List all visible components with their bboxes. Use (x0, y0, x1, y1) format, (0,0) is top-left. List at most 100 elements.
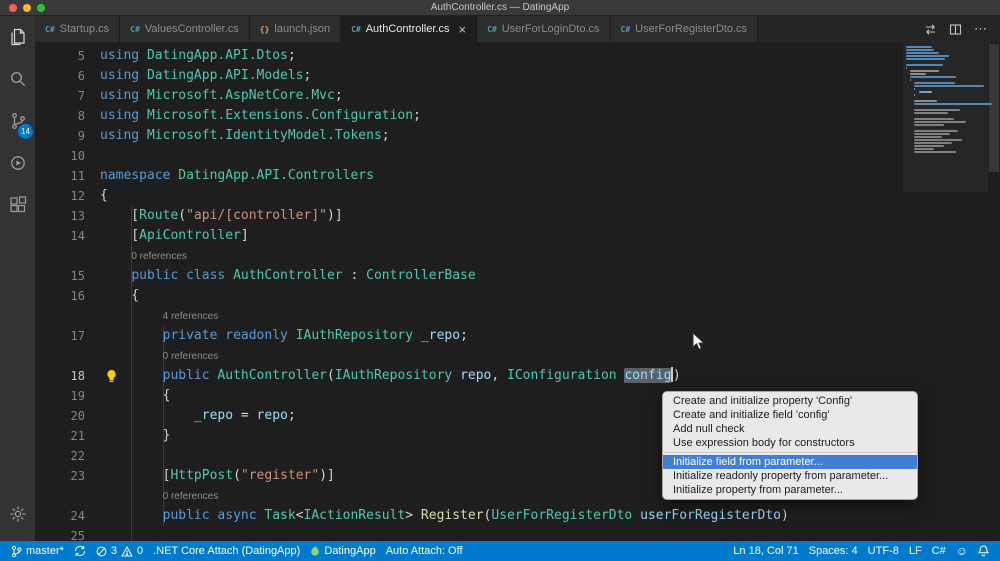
line-number[interactable]: 22 (35, 446, 85, 466)
line-number[interactable]: 24 (35, 506, 85, 526)
codelens-references[interactable]: 0 references (131, 251, 187, 262)
tab-valuescontroller[interactable]: C# ValuesController.cs (120, 16, 250, 42)
notifications-bell-icon[interactable] (973, 541, 994, 561)
line-number[interactable]: 14 (35, 226, 85, 246)
line-number[interactable]: 5 (35, 46, 85, 66)
tab-label: launch.json (274, 23, 331, 35)
line-content[interactable]: private readonly IAuthRepository _repo; (85, 326, 903, 346)
line-number[interactable]: 15 (35, 266, 85, 286)
line-content[interactable]: 0 references (85, 246, 903, 266)
line-content[interactable]: 0 references (85, 346, 903, 366)
line-number[interactable]: 7 (35, 86, 85, 106)
problems-item[interactable]: 3 0 (91, 541, 148, 561)
line-number[interactable]: 8 (35, 106, 85, 126)
line-content[interactable]: using Microsoft.IdentityModel.Tokens; (85, 126, 903, 146)
minimize-window-icon[interactable] (23, 3, 31, 12)
encoding-item[interactable]: UTF-8 (863, 541, 904, 561)
git-branch-item[interactable]: master* (6, 541, 69, 561)
language-mode-item[interactable]: C# (927, 541, 951, 561)
line-number[interactable]: 10 (35, 146, 85, 166)
tab-startup[interactable]: C# Startup.cs (35, 16, 121, 42)
menu-item-initialize-field[interactable]: Initialize field from parameter... (663, 455, 917, 469)
tab-label: UserForRegisterDto.cs (635, 23, 748, 35)
minimap-line (914, 130, 958, 132)
source-control-icon[interactable]: 14 (0, 100, 35, 142)
line-number[interactable]: 17 (35, 326, 85, 346)
settings-gear-icon[interactable] (0, 493, 35, 535)
tab-authcontroller[interactable]: C# AuthController.cs × (341, 16, 478, 42)
line-content[interactable]: 4 references (85, 306, 903, 326)
line-number[interactable] (35, 306, 85, 326)
line-content[interactable]: using DatingApp.API.Models; (85, 66, 903, 86)
line-number[interactable]: 9 (35, 126, 85, 146)
menu-item-add-null-check[interactable]: Add null check (663, 422, 917, 436)
warnings-icon (121, 545, 133, 557)
line-content[interactable]: namespace DatingApp.API.Controllers (85, 166, 903, 186)
line-content[interactable]: [ApiController] (85, 226, 903, 246)
line-number[interactable]: 20 (35, 406, 85, 426)
debug-config-item[interactable]: .NET Core Attach (DatingApp) (148, 541, 305, 561)
code-row: 25 (35, 526, 903, 541)
line-number[interactable]: 16 (35, 286, 85, 306)
line-number[interactable]: 18 (35, 366, 85, 386)
close-icon[interactable]: × (458, 23, 466, 36)
menu-item-initialize-property[interactable]: Initialize property from parameter... (663, 483, 917, 497)
auto-attach-item[interactable]: Auto Attach: Off (381, 541, 468, 561)
line-content[interactable]: [Route("api/[controller]")] (85, 206, 903, 226)
menu-item-expression-body[interactable]: Use expression body for constructors (663, 436, 917, 450)
cursor-position-item[interactable]: Ln 18, Col 71 (728, 541, 803, 561)
menu-item-initialize-readonly-property[interactable]: Initialize readonly property from parame… (663, 469, 917, 483)
code-token: using (100, 108, 147, 123)
line-content[interactable] (85, 526, 903, 541)
line-number[interactable]: 21 (35, 426, 85, 446)
split-editor-icon[interactable] (949, 23, 962, 36)
line-content[interactable]: public AuthController(IAuthRepository re… (85, 366, 903, 386)
line-number[interactable]: 23 (35, 466, 85, 486)
close-window-icon[interactable] (9, 3, 17, 12)
vertical-scrollbar[interactable] (988, 42, 1000, 541)
line-content[interactable]: using Microsoft.AspNetCore.Mvc; (85, 86, 903, 106)
vscode-window: AuthController.cs — DatingApp 14 C# Star… (0, 0, 1000, 561)
maximize-window-icon[interactable] (37, 3, 45, 12)
activity-bar: 14 (0, 16, 35, 541)
line-number[interactable]: 13 (35, 206, 85, 226)
line-content[interactable]: public class AuthController : Controller… (85, 266, 903, 286)
extensions-icon[interactable] (0, 184, 35, 226)
debug-icon[interactable] (0, 142, 35, 184)
menu-item-create-property[interactable]: Create and initialize property 'Config' (663, 394, 917, 408)
line-content[interactable] (85, 146, 903, 166)
omnisharp-project-item[interactable]: DatingApp (305, 541, 380, 561)
explorer-icon[interactable] (0, 16, 35, 58)
sync-item[interactable] (69, 541, 91, 561)
indentation-item[interactable]: Spaces: 4 (804, 541, 863, 561)
codelens-references[interactable]: 0 references (163, 491, 219, 502)
line-number[interactable]: 11 (35, 166, 85, 186)
line-number[interactable]: 12 (35, 186, 85, 206)
scrollbar-thumb[interactable] (989, 44, 999, 172)
codelens-references[interactable]: 0 references (163, 351, 219, 362)
tab-launch-json[interactable]: {} launch.json (249, 16, 342, 42)
code-token: { (100, 188, 108, 203)
line-content[interactable]: { (85, 286, 903, 306)
line-content[interactable]: using DatingApp.API.Dtos; (85, 46, 903, 66)
line-number[interactable] (35, 346, 85, 366)
tab-userforlogindto[interactable]: C# UserForLoginDto.cs (477, 16, 611, 42)
line-content[interactable]: { (85, 186, 903, 206)
line-content[interactable]: public async Task<IActionResult> Registe… (85, 506, 903, 526)
line-number[interactable]: 19 (35, 386, 85, 406)
line-content[interactable]: using Microsoft.Extensions.Configuration… (85, 106, 903, 126)
line-number[interactable] (35, 486, 85, 506)
feedback-smiley-icon[interactable]: ☺ (951, 541, 973, 561)
search-icon[interactable] (0, 58, 35, 100)
codelens-references[interactable]: 4 references (163, 311, 219, 322)
line-number[interactable]: 6 (35, 66, 85, 86)
line-number[interactable]: 25 (35, 526, 85, 541)
line-number[interactable] (35, 246, 85, 266)
more-actions-icon[interactable]: ⋯ (974, 21, 988, 37)
tab-userforregisterdto[interactable]: C# UserForRegisterDto.cs (610, 16, 759, 42)
menu-item-create-field[interactable]: Create and initialize field 'config' (663, 408, 917, 422)
eol-item[interactable]: LF (904, 541, 927, 561)
open-changes-icon[interactable] (924, 23, 937, 36)
lightbulb-icon[interactable] (105, 369, 118, 383)
